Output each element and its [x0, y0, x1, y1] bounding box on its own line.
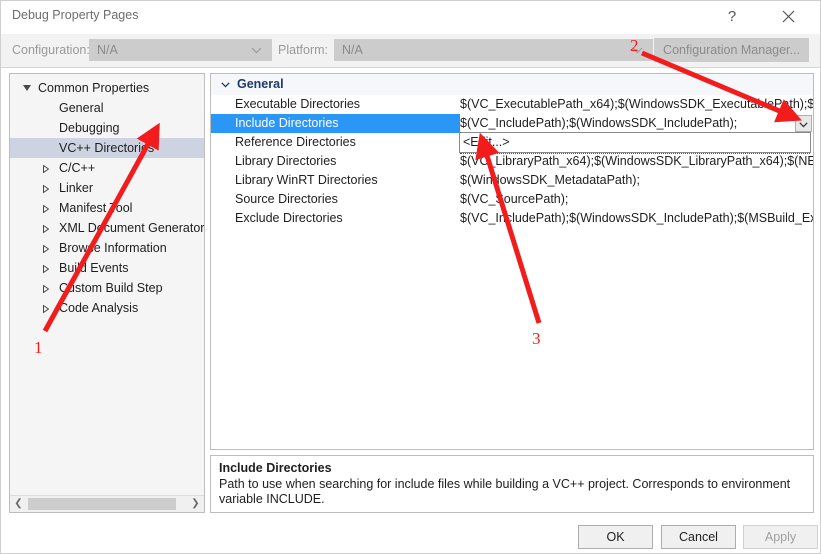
property-row[interactable]: Include Directories $(VC_IncludePath);$(W… [211, 114, 813, 133]
property-name: Include Directories [235, 116, 339, 130]
properties-tree: Common Properties General Debugging VC++ Di… [10, 78, 204, 318]
tree-item-linker[interactable]: Linker [10, 178, 204, 198]
value-dropdown-button[interactable] [795, 115, 812, 132]
tree-item-build-events[interactable]: Build Events [10, 258, 204, 278]
tree-item-debugging[interactable]: Debugging [10, 118, 204, 138]
description-title: Include Directories [219, 461, 332, 475]
triangle-right-icon [38, 218, 54, 238]
property-name: Source Directories [235, 192, 338, 206]
property-name: Executable Directories [235, 97, 361, 111]
property-row[interactable]: Library WinRT Directories $(WindowsSDK_Me… [211, 171, 813, 190]
cancel-button[interactable]: Cancel [661, 525, 736, 549]
title-bar: Debug Property Pages ? [1, 1, 820, 34]
property-row[interactable]: Exclude Directories $(VC_IncludePath);$(W… [211, 209, 813, 228]
tree-item-c-c[interactable]: C/C++ [10, 158, 204, 178]
tree-item-label: Common Properties [38, 81, 150, 95]
chevron-right-icon[interactable]: ❯ [187, 496, 204, 512]
configuration-toolbar: Configuration: N/A Platform: N/A Configu… [1, 34, 820, 68]
triangle-right-icon [38, 258, 54, 278]
window-title: Debug Property Pages [12, 8, 139, 22]
platform-value: N/A [342, 43, 363, 57]
property-name: Library WinRT Directories [235, 173, 378, 187]
property-value[interactable]: $(VC_IncludePath);$(WindowsSDK_IncludePa… [460, 114, 813, 133]
ok-button[interactable]: OK [578, 525, 653, 549]
property-grid-panel: General Executable Directories $(VC_Execu… [210, 73, 814, 450]
edit-menu-item[interactable]: <Edit...> [463, 133, 510, 152]
tree-item-code-analysis[interactable]: Code Analysis [10, 298, 204, 318]
property-name: Exclude Directories [235, 211, 343, 225]
property-row[interactable]: Executable Directories $(VC_ExecutablePat… [211, 95, 813, 114]
triangle-right-icon [38, 278, 54, 298]
triangle-right-icon [38, 298, 54, 318]
configuration-dropdown[interactable]: N/A [89, 39, 272, 61]
tree-item-browse-information[interactable]: Browse Information [10, 238, 204, 258]
property-name: Reference Directories [235, 135, 356, 149]
debug-property-pages-dialog: Debug Property Pages ? Configuration: N/… [0, 0, 821, 554]
configuration-manager-button[interactable]: Configuration Manager... [654, 38, 809, 62]
tree-item-custom-build-step[interactable]: Custom Build Step [10, 278, 204, 298]
chevron-down-icon [251, 40, 265, 60]
property-value[interactable]: $(VC_LibraryPath_x64);$(WindowsSDK_Libra… [460, 152, 813, 171]
platform-dropdown[interactable]: N/A [334, 39, 653, 61]
chevron-left-icon[interactable]: ❮ [10, 496, 27, 512]
close-button[interactable] [766, 1, 810, 32]
scrollbar-thumb[interactable] [28, 498, 176, 510]
tree-item-label: General [59, 101, 104, 115]
tree-item-label: Debugging [59, 121, 120, 135]
tree-item-xml-document-generator[interactable]: XML Document Generator [10, 218, 204, 238]
property-row[interactable]: Library Directories $(VC_LibraryPath_x64)… [211, 152, 813, 171]
triangle-down-icon [19, 78, 35, 98]
configuration-label: Configuration: [12, 43, 90, 57]
chevron-down-icon [217, 74, 233, 95]
tree-horizontal-scrollbar[interactable]: ❮ ❯ [10, 495, 204, 512]
properties-tree-panel: Common Properties General Debugging VC++ Di… [9, 73, 205, 513]
annotation-marker-1: 1 [34, 338, 43, 357]
triangle-right-icon [38, 158, 54, 178]
property-grid-rows: Executable Directories $(VC_ExecutablePat… [211, 95, 813, 228]
tree-item-vc-directories[interactable]: VC++ Directories [10, 138, 204, 158]
property-name: Library Directories [235, 154, 337, 168]
tree-item-general[interactable]: General [10, 98, 204, 118]
property-value[interactable]: $(WindowsSDK_MetadataPath); [460, 171, 813, 190]
annotation-marker-2: 2 [630, 36, 639, 55]
description-panel: Include Directories Path to use when sea… [210, 455, 814, 513]
popup-focus-outline [460, 152, 810, 154]
tree-item-common-properties[interactable]: Common Properties [10, 78, 204, 98]
property-grid-section-header[interactable]: General [211, 74, 813, 95]
edit-dropdown-popup[interactable]: <Edit...> [459, 132, 811, 154]
apply-button: Apply [743, 525, 818, 549]
triangle-right-icon [38, 198, 54, 218]
configuration-value: N/A [97, 43, 118, 57]
help-button[interactable]: ? [710, 1, 754, 32]
platform-label: Platform: [278, 43, 329, 57]
tree-item-label: VC++ Directories [59, 141, 155, 155]
property-value[interactable]: $(VC_ExecutablePath_x64);$(WindowsSDK_Ex… [460, 95, 813, 114]
close-icon [782, 10, 794, 23]
description-text: Path to use when searching for include f… [219, 477, 791, 506]
property-value[interactable]: $(VC_SourcePath); [460, 190, 813, 209]
triangle-right-icon [38, 178, 54, 198]
annotation-marker-3: 3 [532, 329, 541, 348]
property-value[interactable]: $(VC_IncludePath);$(WindowsSDK_IncludePa… [460, 209, 813, 228]
tree-item-manifest-tool[interactable]: Manifest Tool [10, 198, 204, 218]
property-row[interactable]: Source Directories $(VC_SourcePath); [211, 190, 813, 209]
chevron-down-icon [799, 122, 808, 128]
triangle-right-icon [38, 238, 54, 258]
